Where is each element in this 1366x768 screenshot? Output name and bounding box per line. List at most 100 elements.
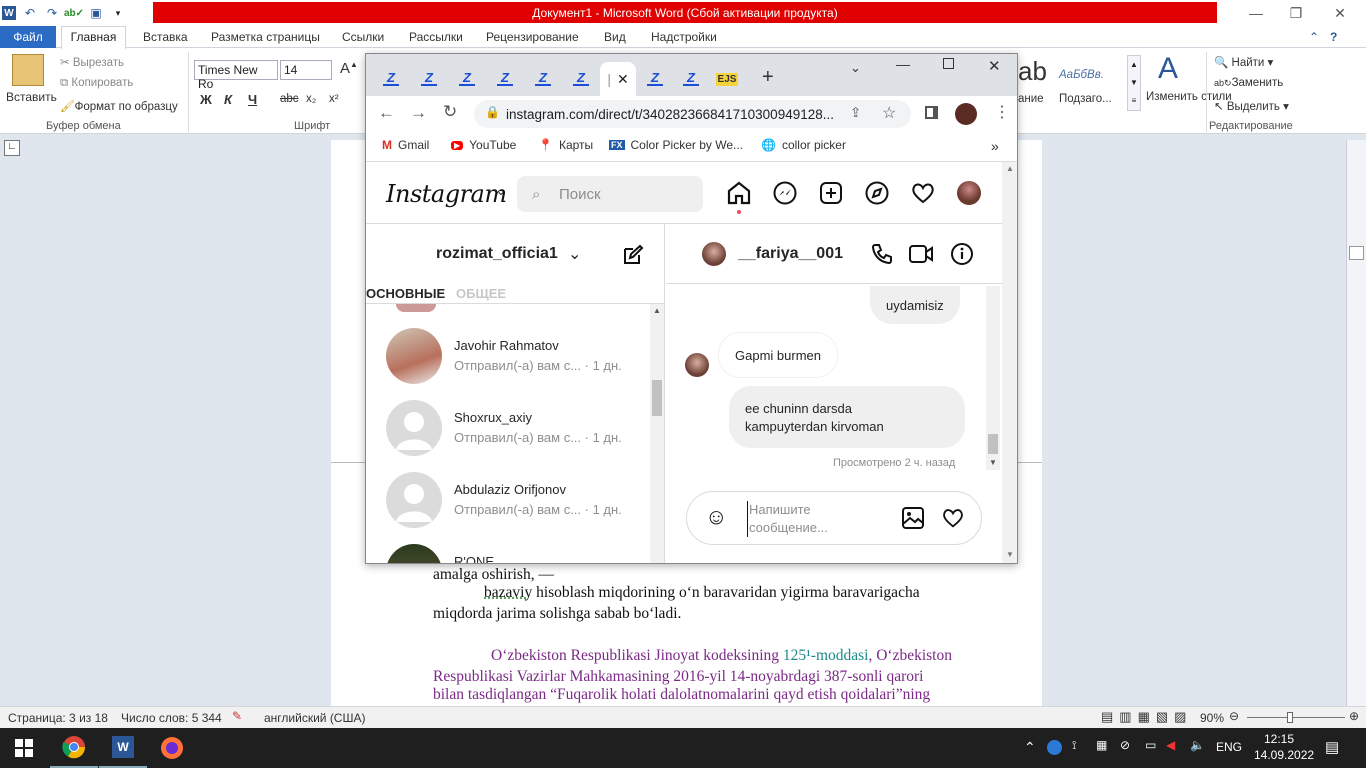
- spelling-icon[interactable]: ab✓: [64, 5, 84, 21]
- new-post-icon[interactable]: [818, 180, 844, 206]
- message-sent[interactable]: uydamisiz: [870, 286, 960, 324]
- browser-tab[interactable]: Z: [414, 68, 444, 90]
- document-scrollbar[interactable]: [1346, 140, 1366, 706]
- side-panel-icon[interactable]: [925, 106, 938, 119]
- copy-button[interactable]: ⧉ Копировать: [60, 77, 133, 90]
- phone-icon[interactable]: [870, 242, 894, 266]
- thread-item[interactable]: R'ONE: [386, 544, 646, 563]
- browser-tab[interactable]: Z: [490, 68, 520, 90]
- scrollbar-thumb[interactable]: [1349, 246, 1364, 260]
- language-indicator[interactable]: ENG: [1216, 740, 1242, 754]
- message-received[interactable]: Gapmi burmen: [718, 332, 838, 378]
- italic-button[interactable]: К: [224, 92, 232, 107]
- instagram-logo[interactable]: Instagram: [386, 180, 507, 208]
- bookmark-maps[interactable]: 📍 Карты: [538, 138, 593, 152]
- minimize-icon[interactable]: —: [896, 56, 910, 72]
- video-call-icon[interactable]: [908, 242, 934, 266]
- menu-icon[interactable]: ⋮: [994, 102, 1010, 122]
- tab-view[interactable]: Вид: [604, 26, 626, 48]
- scroll-down-icon[interactable]: ▼: [1006, 550, 1014, 559]
- zoom-slider[interactable]: [1247, 717, 1345, 718]
- doc-link[interactable]: 125¹-moddasi: [783, 647, 869, 664]
- zoom-level[interactable]: 90%: [1200, 711, 1224, 725]
- thread-scrollbar[interactable]: ▲: [650, 304, 664, 563]
- redo-icon[interactable]: ↷: [44, 5, 60, 21]
- tab-search-icon[interactable]: ⌄: [850, 60, 861, 76]
- styles-scroll[interactable]: ▲ ▼ ≡: [1127, 55, 1141, 111]
- change-styles-icon[interactable]: A: [1158, 52, 1178, 86]
- restore-icon[interactable]: ❐: [1273, 0, 1319, 26]
- tray-app-icon[interactable]: [1047, 740, 1062, 755]
- messenger-icon[interactable]: [772, 180, 798, 206]
- underline-button[interactable]: Ч: [248, 92, 257, 107]
- word-taskbar-icon[interactable]: W: [99, 728, 147, 768]
- zoom-out-icon[interactable]: ⊖: [1229, 709, 1239, 723]
- search-input[interactable]: Поиск: [517, 176, 703, 212]
- clock-date[interactable]: 14.09.2022: [1254, 748, 1314, 762]
- tab-page-layout[interactable]: Разметка страницы: [211, 26, 320, 48]
- active-tab[interactable]: | ✕: [600, 62, 636, 96]
- notifications-icon[interactable]: ▤: [1325, 738, 1339, 756]
- browser-tab[interactable]: Z: [676, 68, 706, 90]
- page-scrollbar[interactable]: ▲ ▼: [1002, 162, 1017, 563]
- show-hidden-icons[interactable]: ⌃: [1024, 739, 1036, 756]
- image-upload-icon[interactable]: [901, 506, 925, 530]
- tab-mailings[interactable]: Рассылки: [409, 26, 463, 48]
- subscript-button[interactable]: x₂: [306, 93, 316, 105]
- browser-tab[interactable]: Z: [640, 68, 670, 90]
- style-subtitle[interactable]: Подзаго...: [1059, 93, 1112, 105]
- font-name-field[interactable]: Times New Ro: [194, 60, 278, 91]
- emoji-icon[interactable]: ☺: [705, 504, 727, 530]
- firefox-taskbar-icon[interactable]: [148, 728, 196, 768]
- proofing-icon[interactable]: ✎: [232, 709, 242, 723]
- close-icon[interactable]: ✕: [1317, 0, 1363, 26]
- minimize-ribbon-icon[interactable]: ⌃: [1309, 26, 1319, 48]
- style-sample-2[interactable]: АаБбВв.: [1059, 69, 1104, 81]
- volume-icon[interactable]: 🔈: [1190, 738, 1205, 752]
- message-sent[interactable]: ee chuninn darsda kampuyterdan kirvoman: [729, 386, 965, 448]
- thread-item[interactable]: Abdulaziz Orifjonov Отправил(-а) вам с..…: [386, 472, 646, 530]
- cut-button[interactable]: ✂ Вырезать: [60, 55, 124, 69]
- scrollbar-thumb[interactable]: [652, 380, 662, 416]
- help-icon[interactable]: ?: [1330, 26, 1337, 48]
- undo-icon[interactable]: ↶: [22, 5, 38, 21]
- select-button[interactable]: ↖ Выделить ▾: [1214, 99, 1289, 113]
- tab-file[interactable]: Файл: [0, 26, 56, 48]
- tab-insert[interactable]: Вставка: [143, 26, 188, 48]
- heart-icon[interactable]: [910, 180, 936, 206]
- bookmark-youtube[interactable]: ▶ YouTube: [451, 138, 516, 152]
- page-count[interactable]: Страница: 3 из 18: [8, 711, 108, 725]
- format-painter-button[interactable]: 🖌Формат по образцу: [60, 99, 178, 113]
- account-name[interactable]: rozimat_officia1: [436, 245, 558, 263]
- chrome-taskbar-icon[interactable]: [50, 728, 98, 768]
- clock-time[interactable]: 12:15: [1264, 732, 1294, 746]
- scroll-down-icon[interactable]: ▼: [989, 458, 997, 467]
- strikethrough-button[interactable]: abc: [280, 93, 299, 105]
- tab-review[interactable]: Рецензирование: [486, 26, 579, 48]
- superscript-button[interactable]: x²: [329, 93, 339, 105]
- back-icon[interactable]: ←: [378, 103, 395, 123]
- compose-icon[interactable]: [622, 244, 644, 266]
- find-button[interactable]: 🔍 Найти ▾: [1214, 55, 1273, 69]
- save-icon[interactable]: ▣: [88, 5, 104, 21]
- bookmark-gmail[interactable]: M Gmail: [382, 138, 429, 152]
- profile-avatar[interactable]: [955, 103, 977, 125]
- thread-item[interactable]: Javohir Rahmatov Отправил(-а) вам с... ·…: [386, 328, 646, 386]
- customize-qat-icon[interactable]: ▾: [110, 5, 126, 21]
- wifi-off-icon[interactable]: ⊘: [1120, 738, 1130, 752]
- font-size-field[interactable]: 14: [280, 60, 332, 80]
- forward-icon[interactable]: →: [410, 103, 427, 123]
- like-icon[interactable]: [941, 506, 965, 530]
- browser-tab[interactable]: EJS: [712, 68, 742, 90]
- monitor-icon[interactable]: ▭: [1145, 738, 1156, 752]
- network-icon[interactable]: ⟟: [1072, 738, 1076, 753]
- bookmark-color-picker[interactable]: FX Color Picker by We...: [609, 138, 743, 152]
- style-sample-1[interactable]: ab: [1018, 56, 1047, 87]
- home-icon[interactable]: [726, 180, 752, 206]
- thread-item[interactable]: Shoxrux_axiy Отправил(-а) вам с... · 1 д…: [386, 400, 646, 458]
- address-bar[interactable]: 🔒 instagram.com/direct/t/340282366841710…: [474, 100, 911, 128]
- word-count[interactable]: Число слов: 5 344: [121, 711, 222, 725]
- avatar[interactable]: [702, 242, 726, 266]
- tab-general[interactable]: ОБЩЕЕ: [456, 286, 506, 301]
- scroll-up-icon[interactable]: ▲: [653, 306, 661, 315]
